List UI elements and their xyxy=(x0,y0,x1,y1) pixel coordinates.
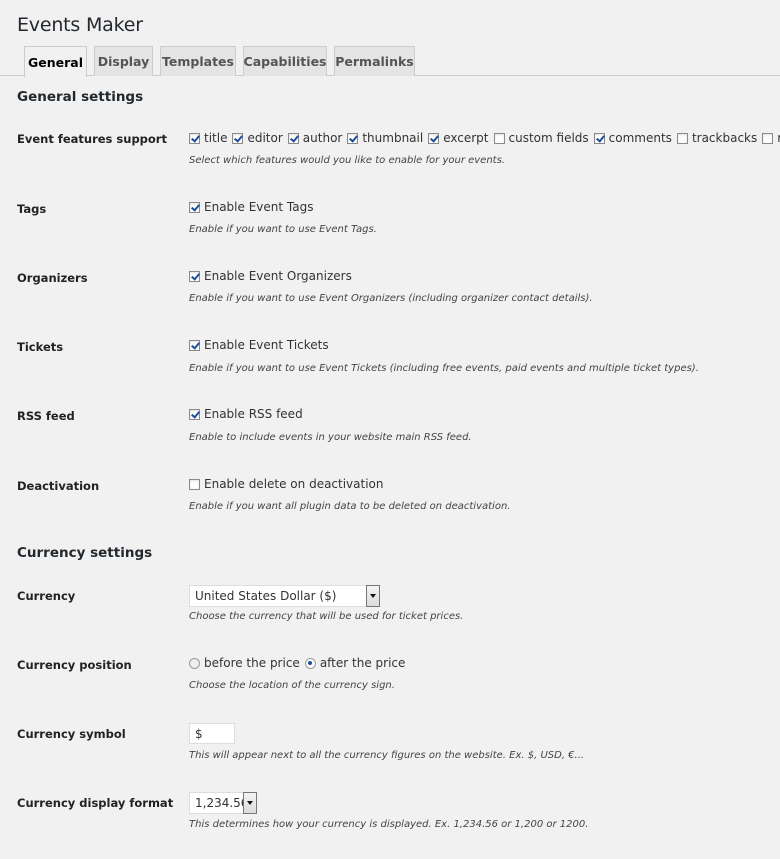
currency-symbol-description: This will appear next to all the currenc… xyxy=(189,750,585,761)
currency-select-value: United States Dollar ($) xyxy=(195,589,337,603)
enable-tags-checkbox[interactable] xyxy=(189,201,200,213)
checkbox-revisions[interactable] xyxy=(762,132,774,144)
checkbox-comments[interactable] xyxy=(593,132,605,144)
rss-label: RSS feed xyxy=(17,409,75,423)
delete-on-deactivation-checkbox[interactable] xyxy=(189,478,200,490)
enable-rss-label[interactable]: Enable RSS feed xyxy=(204,407,303,421)
rss-description: Enable to include events in your website… xyxy=(189,432,472,443)
currency-format-label: Currency display format xyxy=(17,796,174,810)
enable-rss-checkbox[interactable] xyxy=(189,408,200,420)
tags-field: Enable Event Tags xyxy=(189,200,318,214)
radio-before-price-label[interactable]: before the price xyxy=(204,656,300,670)
checkbox-custom-fields-label[interactable]: custom fields xyxy=(509,131,589,145)
currency-label: Currency xyxy=(17,589,76,603)
tags-description: Enable if you want to use Event Tags. xyxy=(189,224,377,235)
checkbox-author-label[interactable]: author xyxy=(303,131,343,145)
enable-organizers-checkbox[interactable] xyxy=(189,270,200,282)
checkbox-trackbacks-label[interactable]: trackbacks xyxy=(692,131,757,145)
checkbox-custom-fields[interactable] xyxy=(493,132,505,144)
deactivation-label: Deactivation xyxy=(17,479,100,493)
checkbox-title-label[interactable]: title xyxy=(204,131,227,145)
checkbox-author[interactable] xyxy=(287,132,299,144)
tab-templates[interactable]: Templates xyxy=(160,46,236,76)
checkbox-comments-label[interactable]: comments xyxy=(609,131,672,145)
checkbox-thumbnail-label[interactable]: thumbnail xyxy=(362,131,423,145)
organizers-label: Organizers xyxy=(17,271,88,285)
enable-tickets-label[interactable]: Enable Event Tickets xyxy=(204,338,329,352)
currency-select[interactable]: United States Dollar ($) xyxy=(189,585,380,607)
features-description: Select which features would you like to … xyxy=(189,155,505,166)
checkbox-editor-label[interactable]: editor xyxy=(247,131,282,145)
tab-bar: General Display Templates Capabilities P… xyxy=(0,46,780,77)
tab-capabilities[interactable]: Capabilities xyxy=(243,46,327,76)
currency-description: Choose the currency that will be used fo… xyxy=(189,611,464,622)
organizers-description: Enable if you want to use Event Organize… xyxy=(189,293,593,304)
tickets-field: Enable Event Tickets xyxy=(189,338,334,352)
checkbox-editor[interactable] xyxy=(232,132,244,144)
checkbox-excerpt[interactable] xyxy=(428,132,440,144)
checkbox-excerpt-label[interactable]: excerpt xyxy=(443,131,488,145)
checkbox-thumbnail[interactable] xyxy=(347,132,359,144)
deactivation-description: Enable if you want all plugin data to be… xyxy=(189,501,511,512)
radio-after-price[interactable] xyxy=(304,657,316,669)
currency-format-select[interactable]: 1,234.56 xyxy=(189,792,257,814)
currency-position-field: before the price after the price xyxy=(189,656,410,670)
tab-general[interactable]: General xyxy=(24,46,87,77)
radio-before-price[interactable] xyxy=(189,657,200,669)
checkbox-title[interactable] xyxy=(189,132,200,144)
currency-settings-heading: Currency settings xyxy=(17,545,153,561)
deactivation-field: Enable delete on deactivation xyxy=(189,477,389,491)
rss-field: Enable RSS feed xyxy=(189,407,308,421)
tab-display[interactable]: Display xyxy=(94,46,153,76)
chevron-down-icon[interactable] xyxy=(366,585,380,607)
tab-permalinks[interactable]: Permalinks xyxy=(334,46,415,76)
checkbox-trackbacks[interactable] xyxy=(676,132,688,144)
tags-label: Tags xyxy=(17,202,47,216)
enable-organizers-label[interactable]: Enable Event Organizers xyxy=(204,269,352,283)
delete-on-deactivation-label[interactable]: Enable delete on deactivation xyxy=(204,477,384,491)
page-title: Events Maker xyxy=(17,14,143,36)
settings-page: Events Maker General Display Templates C… xyxy=(0,0,780,859)
currency-position-label: Currency position xyxy=(17,658,132,672)
tickets-description: Enable if you want to use Event Tickets … xyxy=(189,363,699,374)
currency-format-description: This determines how your currency is dis… xyxy=(189,819,589,830)
currency-format-value: 1,234.56 xyxy=(195,796,249,810)
features-options: title editor author thumbnail excerpt cu… xyxy=(189,131,780,145)
enable-tags-label[interactable]: Enable Event Tags xyxy=(204,200,313,214)
tickets-label: Tickets xyxy=(17,340,64,354)
radio-after-price-label[interactable]: after the price xyxy=(320,656,406,670)
enable-tickets-checkbox[interactable] xyxy=(189,339,200,351)
organizers-field: Enable Event Organizers xyxy=(189,269,357,283)
currency-symbol-input[interactable]: $ xyxy=(189,723,235,744)
chevron-down-icon[interactable] xyxy=(243,792,257,814)
features-label: Event features support xyxy=(17,132,167,146)
currency-symbol-label: Currency symbol xyxy=(17,727,126,741)
general-settings-heading: General settings xyxy=(17,89,144,105)
currency-position-description: Choose the location of the currency sign… xyxy=(189,680,395,691)
